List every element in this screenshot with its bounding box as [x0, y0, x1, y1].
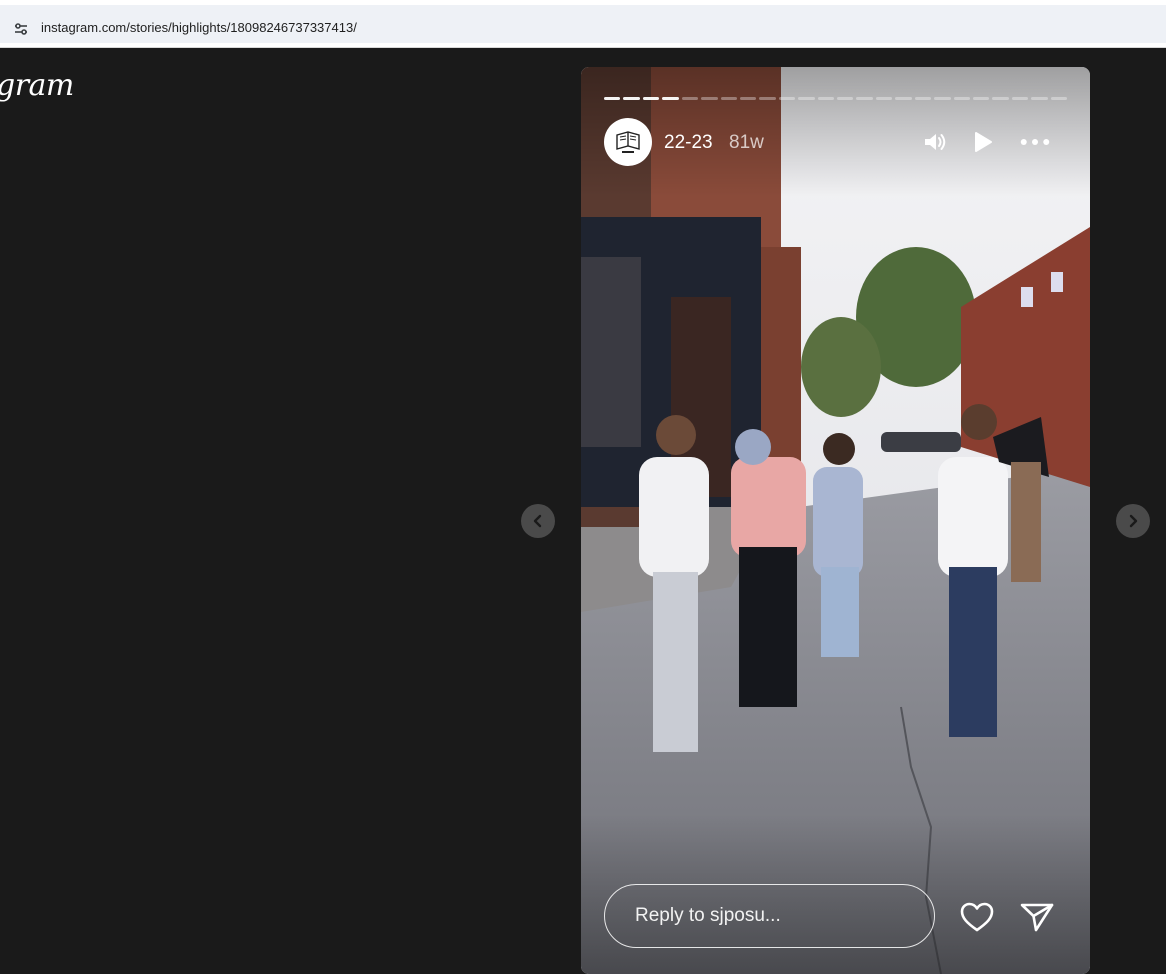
- address-pill[interactable]: instagram.com/stories/highlights/1809824…: [0, 5, 1166, 43]
- more-horizontal-icon: [1020, 139, 1050, 145]
- progress-segment: [604, 97, 621, 100]
- progress-segment: [914, 97, 932, 100]
- story-card[interactable]: 22-23 81w Reply to sjposu...: [581, 67, 1090, 974]
- reply-placeholder: Reply to sjposu...: [635, 905, 781, 926]
- instagram-logo[interactable]: gram: [0, 68, 74, 103]
- progress-segment: [720, 97, 737, 100]
- progress-segment: [973, 97, 990, 100]
- story-viewer-page: gram 22-23 81w Reply to sjposu...: [0, 48, 1166, 974]
- progress-segment: [992, 97, 1009, 100]
- progress-segment: [817, 97, 835, 100]
- next-story-button[interactable]: [1116, 504, 1150, 538]
- progress-segment: [953, 97, 971, 100]
- play-button[interactable]: [968, 129, 998, 155]
- progress-segment: [934, 97, 951, 100]
- progress-segment: [837, 97, 854, 100]
- top-shade: [581, 67, 1090, 197]
- progress-segment: [681, 97, 699, 100]
- reply-input[interactable]: Reply to sjposu...: [604, 884, 935, 948]
- progress-segment: [739, 97, 757, 100]
- share-button[interactable]: [1018, 899, 1056, 935]
- progress-segment: [701, 97, 718, 100]
- url-text[interactable]: instagram.com/stories/highlights/1809824…: [41, 20, 357, 35]
- progress-segment: [1011, 97, 1029, 100]
- story-timestamp: 81w: [729, 132, 764, 153]
- progress-segment: [895, 97, 912, 100]
- progress-segment: [875, 97, 893, 100]
- progress-segment: [623, 97, 640, 100]
- progress-segment: [778, 97, 796, 100]
- like-button[interactable]: [958, 899, 996, 935]
- story-progress-bar: [604, 97, 1068, 100]
- chevron-right-icon: [1129, 514, 1138, 528]
- progress-segment: [1031, 97, 1048, 100]
- previous-story-button[interactable]: [521, 504, 555, 538]
- chevron-left-icon: [533, 514, 542, 528]
- heart-icon: [960, 902, 994, 932]
- highlight-title[interactable]: 22-23: [664, 132, 713, 154]
- play-icon: [975, 132, 992, 152]
- progress-segment: [856, 97, 873, 100]
- book-logo-icon: [616, 131, 640, 153]
- more-options-button[interactable]: [1020, 129, 1050, 155]
- progress-segment: [798, 97, 815, 100]
- tune-icon[interactable]: [8, 16, 34, 42]
- progress-segment: [642, 97, 660, 100]
- progress-segment: [1050, 97, 1068, 100]
- avatar[interactable]: [604, 118, 652, 166]
- sound-button[interactable]: [920, 129, 950, 155]
- send-icon: [1020, 903, 1054, 932]
- progress-segment: [662, 97, 679, 100]
- browser-address-bar: instagram.com/stories/highlights/1809824…: [0, 0, 1166, 48]
- speaker-icon: [925, 134, 946, 150]
- progress-segment: [759, 97, 776, 100]
